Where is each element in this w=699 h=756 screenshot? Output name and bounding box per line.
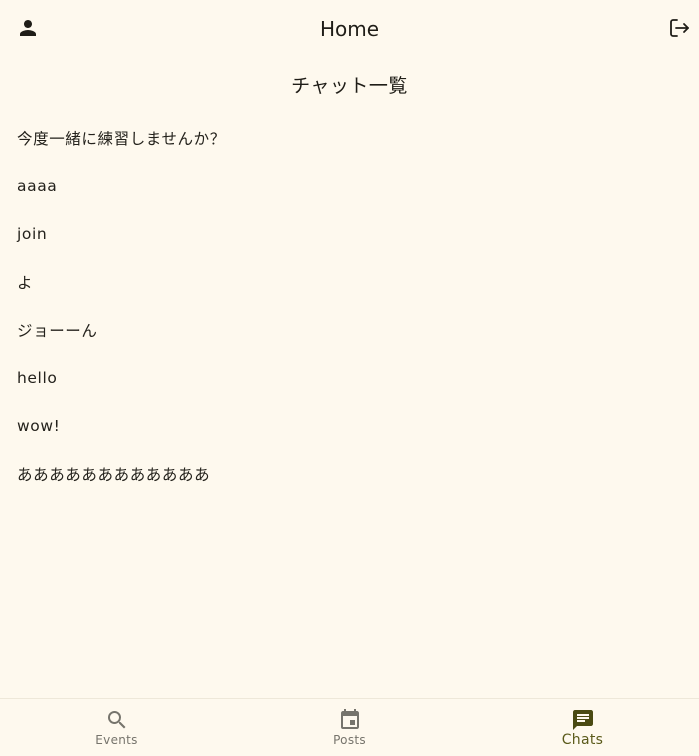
chat-list-heading: チャット一覧 <box>291 75 408 97</box>
chat-list-item[interactable]: hello <box>0 354 699 402</box>
nav-tab-posts[interactable]: Posts <box>233 699 466 756</box>
calendar-icon <box>338 708 362 732</box>
chat-list-item[interactable]: join <box>0 210 699 258</box>
nav-label: Posts <box>333 733 366 747</box>
nav-tab-events[interactable]: Events <box>0 699 233 756</box>
chat-list-item[interactable]: wow! <box>0 402 699 450</box>
page-title: Home <box>319 17 380 41</box>
logout-button[interactable] <box>664 13 694 43</box>
chat-icon <box>571 708 595 732</box>
app-bar: Home <box>0 0 699 58</box>
chat-list-item[interactable]: よ <box>0 258 699 306</box>
bottom-navigation: Events Posts Chats <box>0 698 699 756</box>
chat-list-item[interactable]: ジョーーん <box>0 306 699 354</box>
nav-label: Events <box>95 733 138 747</box>
chat-list: 今度一緒に練習しませんか？ aaaa join よ ジョーーん hello wo… <box>0 114 699 498</box>
nav-label: Chats <box>561 732 604 748</box>
logout-icon <box>670 19 689 37</box>
chat-list-item[interactable]: 今度一緒に練習しませんか？ <box>0 114 699 162</box>
chat-list-item[interactable]: ああああああああああああ <box>0 450 699 498</box>
nav-tab-chats[interactable]: Chats <box>466 699 699 756</box>
search-icon <box>105 708 129 732</box>
chat-list-item[interactable]: aaaa <box>0 162 699 210</box>
